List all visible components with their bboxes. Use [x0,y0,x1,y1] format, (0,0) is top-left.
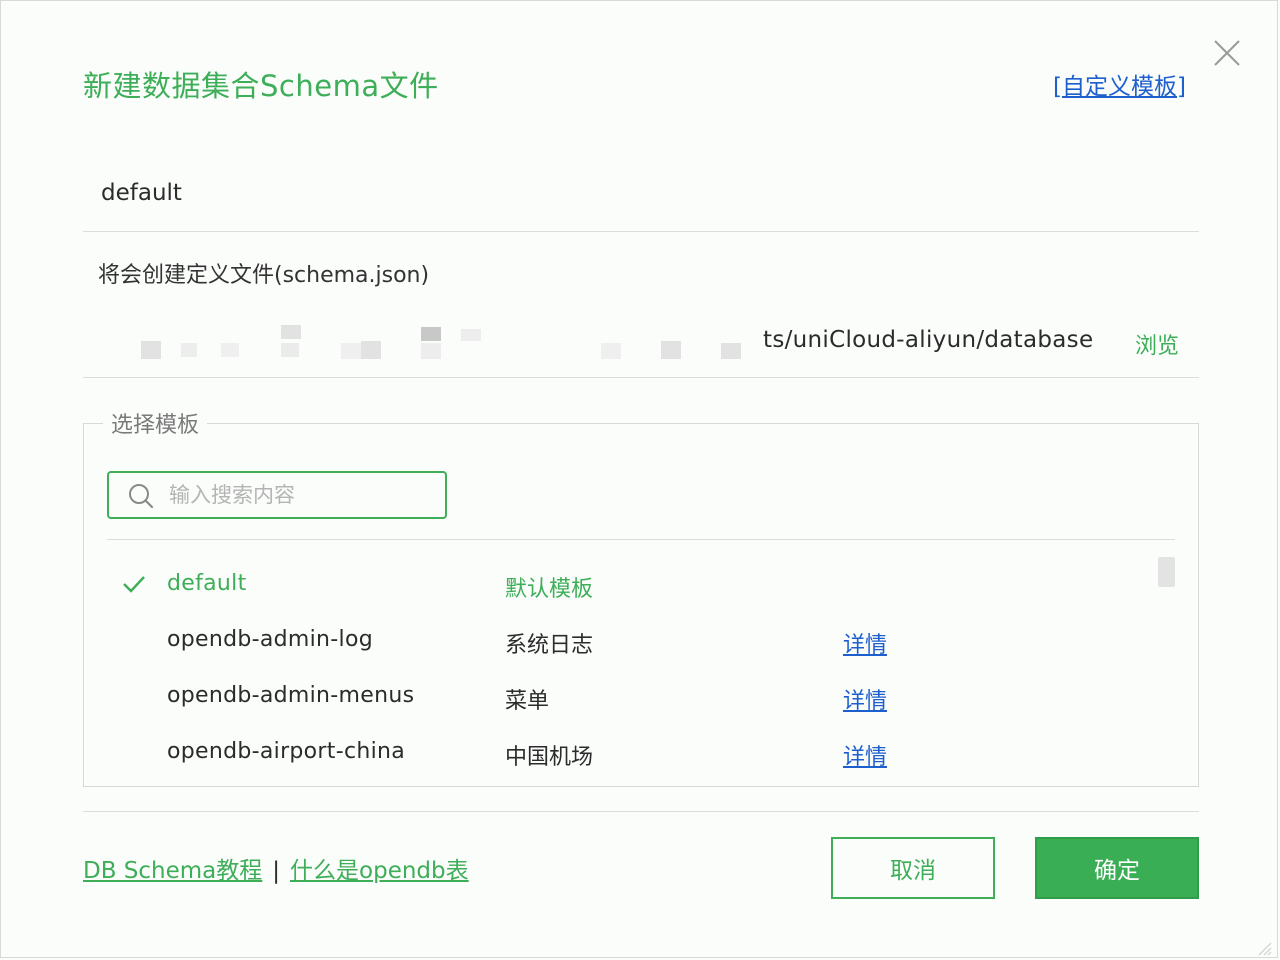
new-schema-dialog: 新建数据集合Schema文件 [自定义模板] 将会创建定义文件(schema.j… [0,0,1278,958]
close-icon[interactable] [1209,35,1245,71]
list-scrollbar[interactable] [1158,557,1175,587]
template-row-default[interactable]: default 默认模板 [107,557,1157,613]
template-legend: 选择模板 [103,407,208,439]
search-icon [129,484,154,509]
template-name: opendb-admin-log [167,627,373,652]
template-row-opendb-admin-menus[interactable]: opendb-admin-menus 菜单 详情 [107,669,1157,725]
target-path-text: ts/uniCloud-aliyun/database [763,327,1094,353]
list-divider [107,539,1175,540]
name-field-row [83,161,1199,232]
confirm-button[interactable]: 确定 [1035,837,1199,899]
template-row-opendb-admin-log[interactable]: opendb-admin-log 系统日志 详情 [107,613,1157,669]
template-detail-link[interactable]: 详情 [843,739,887,771]
custom-template-link[interactable]: [自定义模板] [1053,67,1186,101]
template-name: opendb-admin-menus [167,683,415,708]
template-name: opendb-airport-china [167,739,406,764]
create-hint-text: 将会创建定义文件(schema.json) [98,263,430,288]
template-desc: 系统日志 [505,633,594,658]
template-name: default [167,571,247,596]
what-is-opendb-link[interactable]: 什么是opendb表 [290,858,469,884]
template-desc: 默认模板 [505,577,594,602]
template-row-opendb-airport-china[interactable]: opendb-airport-china 中国机场 详情 [107,725,1157,781]
template-desc: 菜单 [505,689,550,714]
template-search-input[interactable] [167,482,431,508]
path-row: ts/uniCloud-aliyun/database 浏览 [83,317,1199,378]
db-schema-tutorial-link[interactable]: DB Schema教程 [83,858,262,884]
check-icon [123,576,145,593]
template-desc: 中国机场 [505,745,594,770]
template-list: default 默认模板 opendb-admin-log 系统日志 详情 op… [107,557,1157,785]
cancel-button[interactable]: 取消 [831,837,995,899]
resize-grip-icon[interactable] [1253,937,1273,957]
collection-name-input[interactable] [99,179,1183,207]
dialog-title: 新建数据集合Schema文件 [83,69,439,103]
browse-button[interactable]: 浏览 [1135,328,1179,360]
template-detail-link[interactable]: 详情 [843,627,887,659]
footer-divider [83,811,1199,812]
template-search-box[interactable] [107,471,447,519]
template-detail-link[interactable]: 详情 [843,683,887,715]
link-separator: | [272,858,281,884]
footer-links: DB Schema教程 | 什么是opendb表 [83,851,469,885]
